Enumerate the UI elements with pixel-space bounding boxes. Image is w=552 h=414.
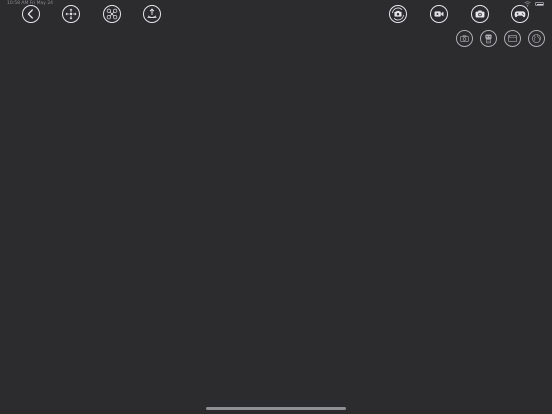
back-button[interactable] — [22, 5, 40, 23]
gamepad-icon — [514, 11, 526, 18]
globe-button[interactable] — [528, 30, 545, 47]
battery-icon — [535, 2, 544, 6]
takeoff-icon — [147, 8, 157, 18]
move-arrows-icon — [65, 8, 77, 20]
app-screen: 10:58 AM Fri May 24 — [0, 0, 552, 414]
camera-rotate-icon — [392, 7, 404, 21]
takeoff-button[interactable] — [143, 5, 161, 23]
record-video-button[interactable] — [430, 5, 448, 23]
camera-outline-icon — [460, 34, 469, 42]
robot-icon — [485, 34, 492, 44]
take-photo-button[interactable] — [471, 5, 489, 23]
switch-camera-button[interactable] — [389, 5, 407, 23]
camera-icon — [475, 10, 485, 18]
move-button[interactable] — [62, 5, 80, 23]
chevron-left-icon — [27, 9, 33, 19]
video-icon — [434, 11, 444, 17]
globe-icon — [532, 34, 541, 43]
gamepad-button[interactable] — [511, 5, 529, 23]
home-indicator[interactable] — [206, 407, 346, 410]
window-button[interactable] — [504, 30, 521, 47]
photo-mode-button[interactable] — [456, 30, 473, 47]
window-icon — [508, 35, 517, 42]
status-bar: 10:58 AM Fri May 24 — [0, 0, 552, 10]
flip-button[interactable] — [103, 5, 121, 23]
gallery-button[interactable] — [480, 30, 497, 47]
drone-flip-icon — [106, 8, 118, 20]
